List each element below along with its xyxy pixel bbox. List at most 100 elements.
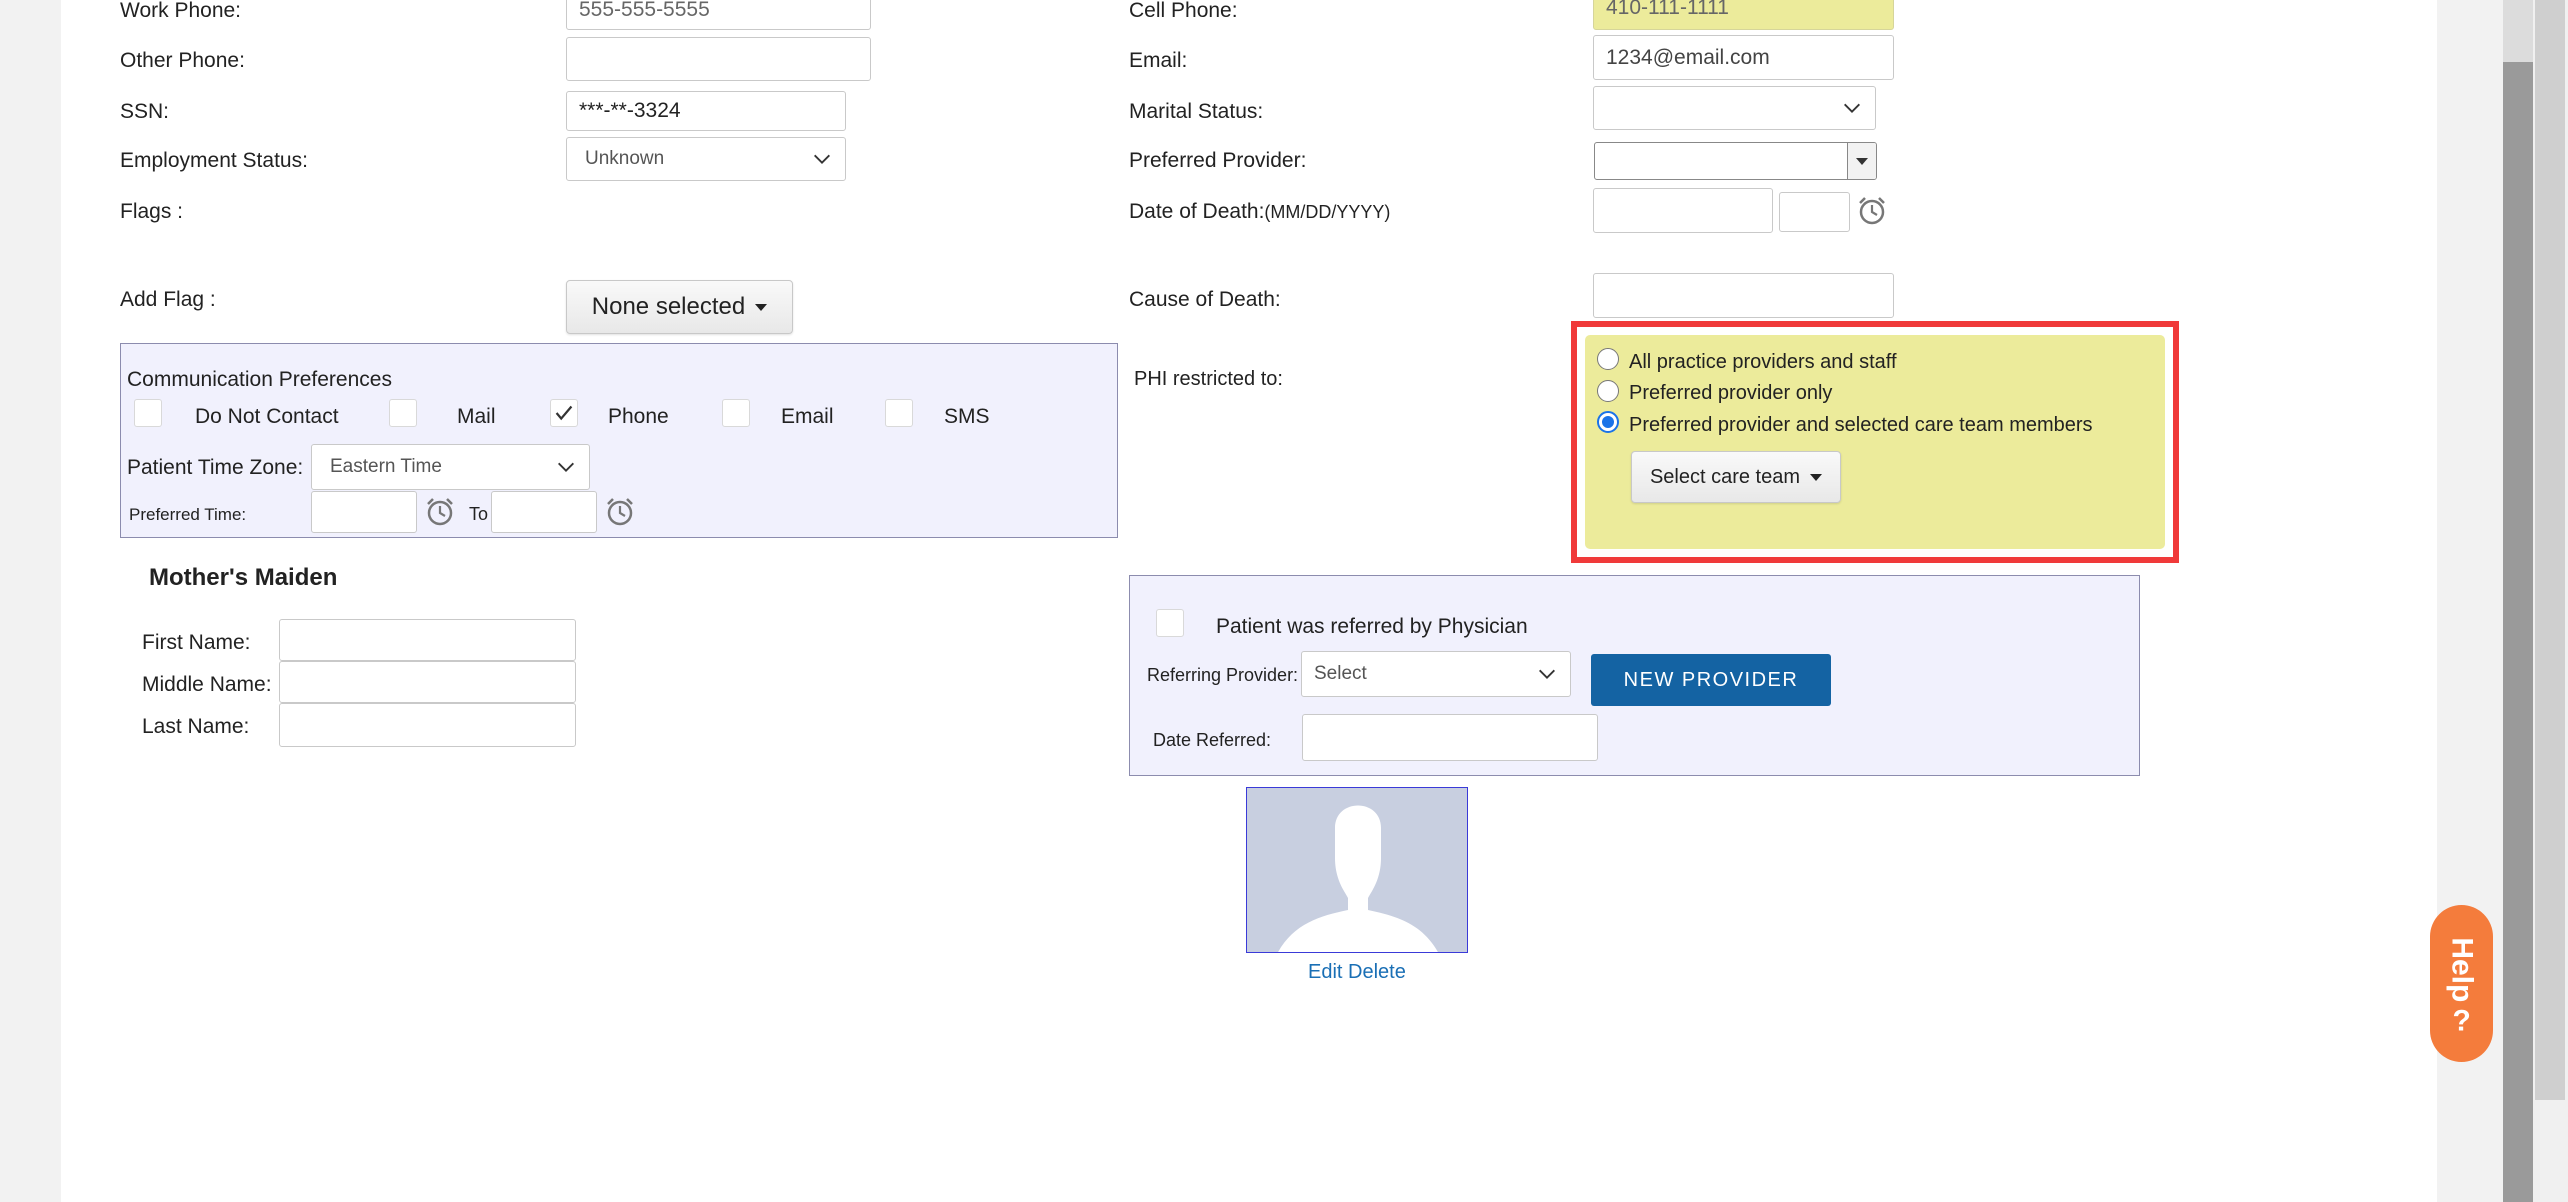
- mothers-maiden-first-name-input[interactable]: [279, 619, 576, 661]
- chevron-down-icon: [558, 462, 574, 472]
- referral-panel: Patient was referred by Physician Referr…: [1129, 575, 2140, 776]
- phi-care-team-radio[interactable]: [1597, 411, 1619, 433]
- caret-down-icon: [1810, 473, 1823, 481]
- delete-photo-link[interactable]: Delete: [1348, 961, 1406, 983]
- referred-by-physician-checkbox[interactable]: [1156, 609, 1184, 637]
- caret-down-icon: [755, 303, 768, 311]
- window-edge: [2533, 0, 2568, 1202]
- phi-all-providers-label: All practice providers and staff: [1629, 351, 1897, 373]
- select-care-team-button[interactable]: Select care team: [1631, 451, 1841, 503]
- add-flag-label: Add Flag :: [120, 288, 216, 311]
- communication-preferences-panel: Communication Preferences Do Not Contact…: [120, 343, 1118, 538]
- alarm-clock-icon[interactable]: [424, 496, 456, 528]
- question-icon: ?: [2452, 1004, 2471, 1038]
- ssn-label: SSN:: [120, 100, 170, 123]
- caret-down-icon: [1856, 157, 1868, 165]
- mothers-maiden-title: Mother's Maiden: [149, 564, 338, 591]
- add-flag-button-label: None selected: [591, 293, 746, 320]
- first-name-label: First Name:: [142, 631, 251, 654]
- chevron-down-icon: [1844, 103, 1860, 113]
- referring-provider-value: Select: [1314, 663, 1367, 684]
- date-referred-input[interactable]: [1302, 714, 1598, 761]
- referring-provider-select[interactable]: Select: [1301, 651, 1571, 697]
- marital-status-select[interactable]: [1593, 86, 1876, 130]
- help-label: Help: [2445, 936, 2479, 1002]
- scrollbar-thumb[interactable]: [2503, 62, 2533, 1202]
- mothers-maiden-last-name-input[interactable]: [279, 703, 576, 747]
- cell-phone-label: Cell Phone:: [1129, 0, 1238, 22]
- cell-phone-value: 410-111-1111: [1606, 0, 1729, 19]
- email-value: 1234@email.com: [1606, 45, 1770, 69]
- sms-checkbox[interactable]: [885, 399, 913, 427]
- date-of-death-time-input[interactable]: [1779, 192, 1850, 232]
- photo-actions: Edit Delete: [1308, 961, 1406, 984]
- preferred-provider-label: Preferred Provider:: [1129, 149, 1307, 172]
- employment-status-select[interactable]: Unknown: [566, 137, 846, 181]
- other-phone-label: Other Phone:: [120, 49, 245, 72]
- phi-restricted-label: PHI restricted to:: [1134, 368, 1283, 390]
- time-zone-label: Patient Time Zone:: [127, 456, 304, 479]
- preferred-provider-combobox[interactable]: [1594, 142, 1877, 180]
- work-phone-value: 555-555-5555: [579, 0, 710, 21]
- email-checkbox[interactable]: [722, 399, 750, 427]
- date-referred-label: Date Referred:: [1153, 730, 1272, 750]
- other-phone-input[interactable]: [566, 37, 871, 81]
- ssn-value: ***-**-3324: [579, 99, 681, 122]
- cause-of-death-label: Cause of Death:: [1129, 288, 1281, 311]
- to-label: To: [469, 504, 489, 524]
- do-not-contact-label: Do Not Contact: [195, 405, 339, 428]
- last-name-label: Last Name:: [142, 715, 250, 738]
- scrollbar-track[interactable]: [2503, 0, 2533, 1202]
- mail-label: Mail: [457, 405, 496, 428]
- new-provider-label: NEW PROVIDER: [1623, 668, 1799, 691]
- phi-all-providers-radio[interactable]: [1597, 348, 1619, 370]
- preferred-time-from-input[interactable]: [311, 491, 417, 533]
- cause-of-death-input[interactable]: [1593, 273, 1894, 318]
- mail-checkbox[interactable]: [389, 399, 417, 427]
- mothers-maiden-middle-name-input[interactable]: [279, 661, 576, 703]
- add-flag-dropdown-button[interactable]: None selected: [566, 280, 793, 334]
- phi-highlight-box: All practice providers and staff Preferr…: [1571, 321, 2179, 563]
- email-pref-label: Email: [781, 405, 834, 428]
- phi-options-panel: All practice providers and staff Preferr…: [1585, 335, 2165, 549]
- help-button[interactable]: Help ?: [2430, 905, 2493, 1062]
- email-input[interactable]: 1234@email.com: [1593, 35, 1894, 80]
- phi-preferred-provider-only-label: Preferred provider only: [1629, 382, 1833, 404]
- employment-status-label: Employment Status:: [120, 149, 308, 172]
- email-label: Email:: [1129, 49, 1188, 72]
- cell-phone-input[interactable]: 410-111-1111: [1593, 0, 1894, 30]
- preferred-time-to-input[interactable]: [491, 491, 597, 533]
- do-not-contact-checkbox[interactable]: [134, 399, 162, 427]
- form-page: Work Phone: 555-555-5555 Other Phone: SS…: [61, 0, 2437, 1202]
- phi-preferred-provider-only-radio[interactable]: [1597, 380, 1619, 402]
- date-of-death-format-hint: (MM/DD/YYYY): [1264, 202, 1391, 222]
- alarm-clock-icon[interactable]: [604, 496, 636, 528]
- phone-checkbox[interactable]: [550, 399, 578, 427]
- phi-care-team-label: Preferred provider and selected care tea…: [1629, 414, 2093, 436]
- middle-name-label: Middle Name:: [142, 673, 272, 696]
- sms-label: SMS: [944, 405, 990, 428]
- work-phone-label: Work Phone:: [120, 0, 242, 22]
- patient-photo[interactable]: [1246, 787, 1468, 953]
- new-provider-button[interactable]: NEW PROVIDER: [1591, 654, 1831, 706]
- help-button-content: Help ?: [2445, 936, 2479, 1037]
- edit-photo-link[interactable]: Edit: [1308, 961, 1342, 983]
- outer-scrollbar-thumb[interactable]: [2535, 0, 2565, 1100]
- preferred-provider-dropdown-toggle[interactable]: [1847, 143, 1876, 179]
- select-care-team-label: Select care team: [1649, 465, 1801, 488]
- alarm-clock-icon[interactable]: [1856, 195, 1888, 227]
- referring-provider-label: Referring Provider:: [1147, 665, 1299, 685]
- ssn-input[interactable]: ***-**-3324: [566, 91, 846, 131]
- avatar-placeholder-icon: [1278, 805, 1438, 952]
- marital-status-label: Marital Status:: [1129, 100, 1264, 123]
- date-of-death-date-input[interactable]: [1593, 188, 1773, 233]
- time-zone-select[interactable]: Eastern Time: [311, 444, 590, 490]
- flags-label: Flags :: [120, 200, 184, 223]
- work-phone-input[interactable]: 555-555-5555: [566, 0, 871, 30]
- communication-preferences-title: Communication Preferences: [127, 368, 392, 391]
- time-zone-value: Eastern Time: [330, 456, 442, 477]
- checkmark-icon: [555, 405, 573, 421]
- chevron-down-icon: [814, 154, 830, 164]
- chevron-down-icon: [1539, 669, 1555, 679]
- employment-status-value: Unknown: [585, 148, 665, 169]
